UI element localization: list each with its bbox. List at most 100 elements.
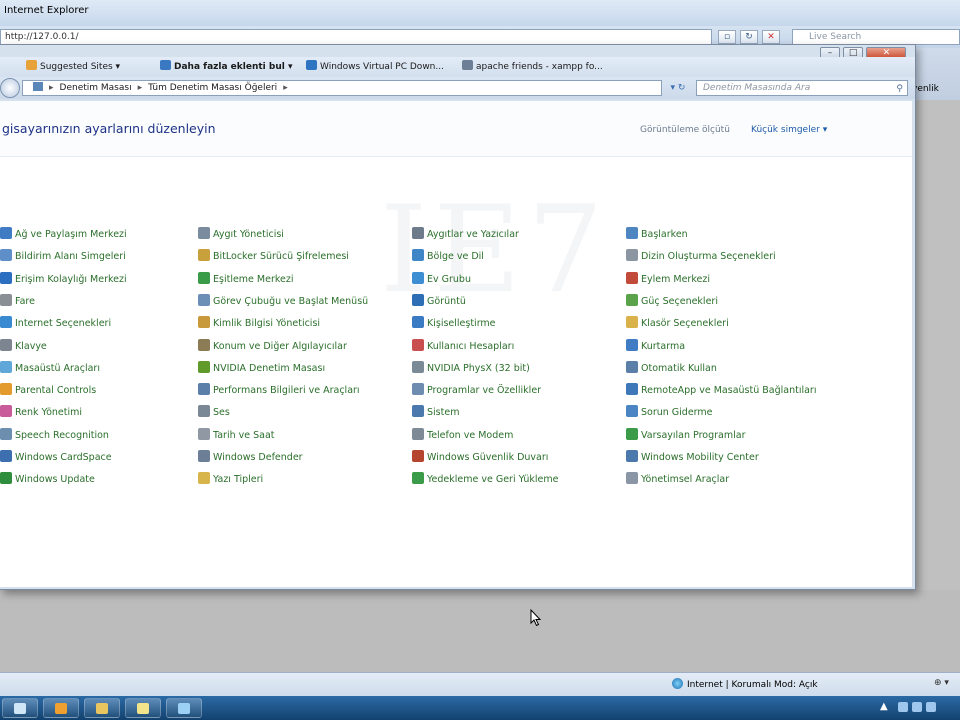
control-panel-item[interactable]: Güç Seçenekleri: [626, 293, 718, 308]
taskbar-ie-button[interactable]: [166, 698, 202, 718]
control-panel-item[interactable]: Eşitleme Merkezi: [198, 271, 294, 286]
control-panel-item[interactable]: NVIDIA Denetim Masası: [198, 360, 325, 375]
control-panel-search-input[interactable]: Denetim Masasında Ara ⚲: [696, 80, 908, 96]
network-icon[interactable]: [898, 702, 908, 712]
control-panel-item[interactable]: Başlarken: [626, 227, 688, 241]
control-panel-item-label: Klasör Seçenekleri: [641, 318, 729, 330]
browser-search-input[interactable]: Live Search: [792, 29, 960, 45]
applet-icon: [412, 338, 424, 351]
control-panel-item[interactable]: Sistem: [412, 405, 459, 419]
control-panel-item[interactable]: Windows CardSpace: [0, 450, 112, 464]
control-panel-item[interactable]: Ses: [198, 405, 230, 419]
control-panel-item[interactable]: Fare: [0, 293, 35, 308]
zoom-level[interactable]: ⊕ ▾: [934, 678, 949, 688]
control-panel-item-label: Programlar ve Özellikler: [427, 385, 542, 397]
control-panel-item[interactable]: Yazı Tipleri: [198, 472, 263, 486]
control-panel-item[interactable]: Speech Recognition: [0, 427, 109, 442]
favorite-more-addons[interactable]: Daha fazla eklenti bul ▾: [160, 60, 292, 74]
control-panel-item-label: Eylem Merkezi: [641, 273, 710, 285]
control-panel-item[interactable]: Yönetimsel Araçlar: [626, 472, 729, 486]
control-panel-item[interactable]: Eylem Merkezi: [626, 271, 710, 286]
control-panel-item-label: Internet Seçenekleri: [15, 318, 112, 330]
control-panel-item[interactable]: Parental Controls: [0, 383, 96, 397]
refresh-icon[interactable]: ↻: [740, 30, 758, 44]
control-panel-item[interactable]: Performans Bilgileri ve Araçları: [198, 383, 360, 397]
applet-icon: [0, 316, 12, 329]
refresh-icon[interactable]: ▾ ↻: [666, 81, 690, 95]
url-field[interactable]: http://127.0.0.1/: [0, 29, 712, 45]
control-panel-item[interactable]: Aygıt Yöneticisi: [198, 227, 284, 241]
control-panel-item[interactable]: Programlar ve Özellikler: [412, 383, 541, 397]
control-panel-item[interactable]: Windows Update: [0, 472, 95, 486]
taskbar-notes-button[interactable]: [125, 698, 161, 718]
control-panel-item[interactable]: Bildirim Alanı Simgeleri: [0, 249, 126, 263]
explorer-icon: [96, 703, 108, 714]
control-panel-item[interactable]: Aygıtlar ve Yazıcılar: [412, 227, 519, 241]
breadcrumb-item-control-panel[interactable]: Denetim Masası: [60, 83, 132, 93]
taskbar-explorer-button[interactable]: [84, 698, 120, 718]
security-menu[interactable]: venlik: [912, 84, 939, 94]
control-panel-item[interactable]: Bölge ve Dil: [412, 249, 484, 263]
control-panel-item[interactable]: Windows Defender: [198, 450, 303, 464]
control-panel-item[interactable]: Klasör Seçenekleri: [626, 316, 729, 330]
control-panel-item[interactable]: Varsayılan Programlar: [626, 427, 745, 442]
control-panel-item[interactable]: Renk Yönetimi: [0, 405, 82, 419]
applet-icon: [0, 405, 12, 418]
control-panel-item[interactable]: Windows Mobility Center: [626, 450, 759, 464]
applet-icon: [626, 249, 638, 262]
control-panel-item-label: Dizin Oluşturma Seçenekleri: [641, 251, 776, 263]
control-panel-item[interactable]: Tarih ve Saat: [198, 427, 275, 442]
control-panel-item[interactable]: Kimlik Bilgisi Yöneticisi: [198, 316, 320, 330]
control-panel-item-label: Windows CardSpace: [15, 452, 112, 463]
view-by-dropdown[interactable]: Küçük simgeler ▾: [751, 125, 827, 135]
stop-icon[interactable]: ✕: [762, 30, 780, 44]
control-panel-item[interactable]: Kurtarma: [626, 338, 686, 353]
control-panel-item[interactable]: Ağ ve Paylaşım Merkezi: [0, 227, 127, 241]
breadcrumb-item-all-items[interactable]: Tüm Denetim Masası Öğeleri: [148, 83, 277, 93]
browser-page-background-bottom: [0, 590, 960, 672]
tray-expand-icon[interactable]: ▲: [880, 701, 888, 712]
volume-icon[interactable]: [912, 702, 922, 712]
control-panel-item[interactable]: Internet Seçenekleri: [0, 316, 111, 330]
control-panel-item[interactable]: Erişim Kolaylığı Merkezi: [0, 271, 127, 286]
control-panel-item[interactable]: Yedekleme ve Geri Yükleme: [412, 472, 558, 486]
control-panel-item[interactable]: Otomatik Kullan: [626, 360, 717, 375]
control-panel-item-label: Konum ve Diğer Algılayıcılar: [213, 340, 347, 352]
security-zone[interactable]: Internet | Korumalı Mod: Açık: [672, 678, 818, 690]
breadcrumb[interactable]: ▸ Denetim Masası ▸ Tüm Denetim Masası Öğele…: [22, 80, 662, 96]
control-panel-item[interactable]: Telefon ve Modem: [412, 427, 513, 442]
control-panel-item[interactable]: RemoteApp ve Masaüstü Bağlantıları: [626, 383, 816, 397]
control-panel-item[interactable]: BitLocker Sürücü Şifrelemesi: [198, 249, 349, 263]
compat-view-button[interactable]: ▫: [718, 30, 736, 44]
control-panel-item[interactable]: Görüntü: [412, 293, 466, 308]
control-panel-item[interactable]: Konum ve Diğer Algılayıcılar: [198, 338, 347, 353]
control-panel-item-label: Kurtarma: [641, 340, 686, 352]
control-panel-item[interactable]: Kullanıcı Hesapları: [412, 338, 514, 353]
control-panel-item[interactable]: Görev Çubuğu ve Başlat Menüsü: [198, 293, 368, 308]
control-panel-item[interactable]: Ev Grubu: [412, 271, 471, 286]
control-panel-item[interactable]: Dizin Oluşturma Seçenekleri: [626, 249, 776, 263]
applet-icon: [198, 316, 210, 329]
applet-icon: [626, 271, 638, 284]
favorite-virtual-pc[interactable]: Windows Virtual PC Down...: [306, 60, 444, 74]
control-panel-item[interactable]: Windows Güvenlik Duvarı: [412, 450, 548, 464]
back-button[interactable]: [0, 78, 20, 98]
applet-icon: [198, 405, 210, 418]
applet-icon: [412, 360, 424, 373]
control-panel-item-label: Ses: [213, 407, 230, 419]
start-icon: [14, 703, 26, 714]
action-center-icon[interactable]: [926, 702, 936, 712]
control-panel-item[interactable]: Masaüstü Araçları: [0, 360, 100, 375]
control-panel-item[interactable]: Klavye: [0, 338, 47, 353]
control-panel-item[interactable]: Kişiselleştirme: [412, 316, 496, 330]
applet-icon: [0, 293, 12, 306]
control-panel-item[interactable]: NVIDIA PhysX (32 bit): [412, 360, 530, 375]
applet-icon: [0, 472, 12, 485]
control-panel-item[interactable]: Sorun Giderme: [626, 405, 713, 419]
favorite-apache-friends[interactable]: apache friends - xampp fo...: [462, 60, 603, 74]
favorite-suggested-sites[interactable]: Suggested Sites ▾: [26, 60, 120, 74]
taskbar-start-button[interactable]: [2, 698, 38, 718]
applet-icon: [0, 383, 12, 396]
taskbar-media-player-button[interactable]: [43, 698, 79, 718]
applet-icon: [198, 472, 210, 485]
